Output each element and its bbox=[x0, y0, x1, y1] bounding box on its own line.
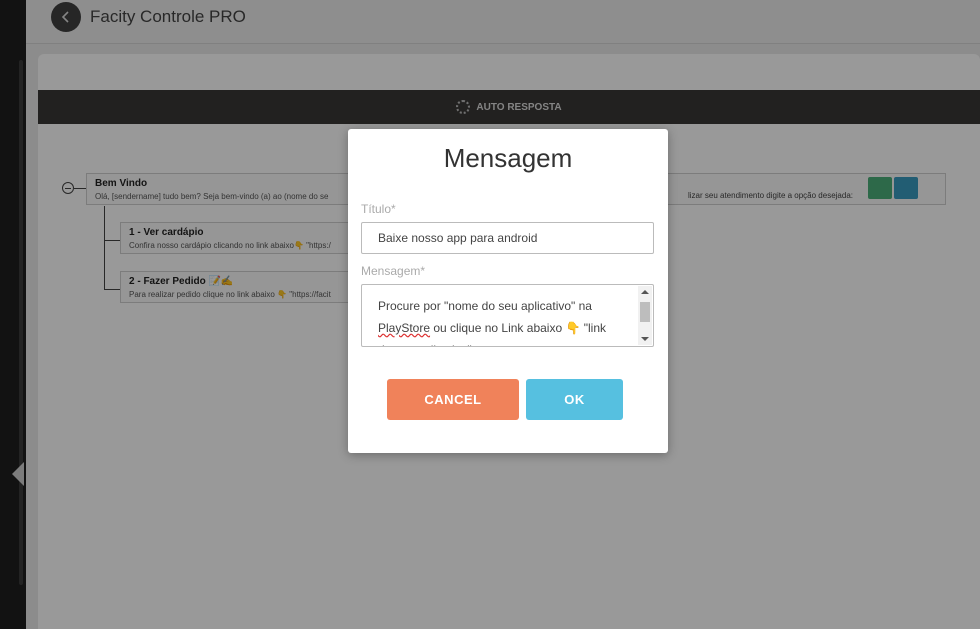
dialog-title: Mensagem bbox=[443, 143, 573, 173]
titulo-label: Título* bbox=[361, 202, 396, 216]
ok-button[interactable]: OK bbox=[526, 379, 623, 420]
mensagem-textarea[interactable]: Procure por "nome do seu aplicativo" na … bbox=[361, 284, 654, 347]
mensagem-line: PlayStore ou clique no Link abaixo 👇 "li… bbox=[378, 317, 628, 339]
cancel-button[interactable]: CANCEL bbox=[387, 379, 519, 420]
scroll-down-icon[interactable] bbox=[641, 337, 649, 341]
mensagem-text: Procure por "nome do seu aplicativo" na … bbox=[378, 295, 628, 346]
scroll-thumb[interactable] bbox=[640, 302, 650, 322]
scroll-up-icon[interactable] bbox=[641, 290, 649, 294]
mensagem-label: Mensagem* bbox=[361, 264, 426, 278]
mensagem-line-rest: ou clique no Link abaixo 👇 "link bbox=[430, 321, 606, 335]
mensagem-line: Procure por "nome do seu aplicativo" na bbox=[378, 299, 592, 313]
titulo-input[interactable] bbox=[361, 222, 654, 254]
message-dialog: Mensagem Título* Mensagem* Procure por "… bbox=[348, 129, 668, 453]
textarea-scrollbar[interactable] bbox=[638, 286, 652, 345]
mensagem-line: do seu aplicativo" bbox=[378, 339, 628, 346]
spellcheck-word: PlayStore bbox=[378, 321, 431, 335]
